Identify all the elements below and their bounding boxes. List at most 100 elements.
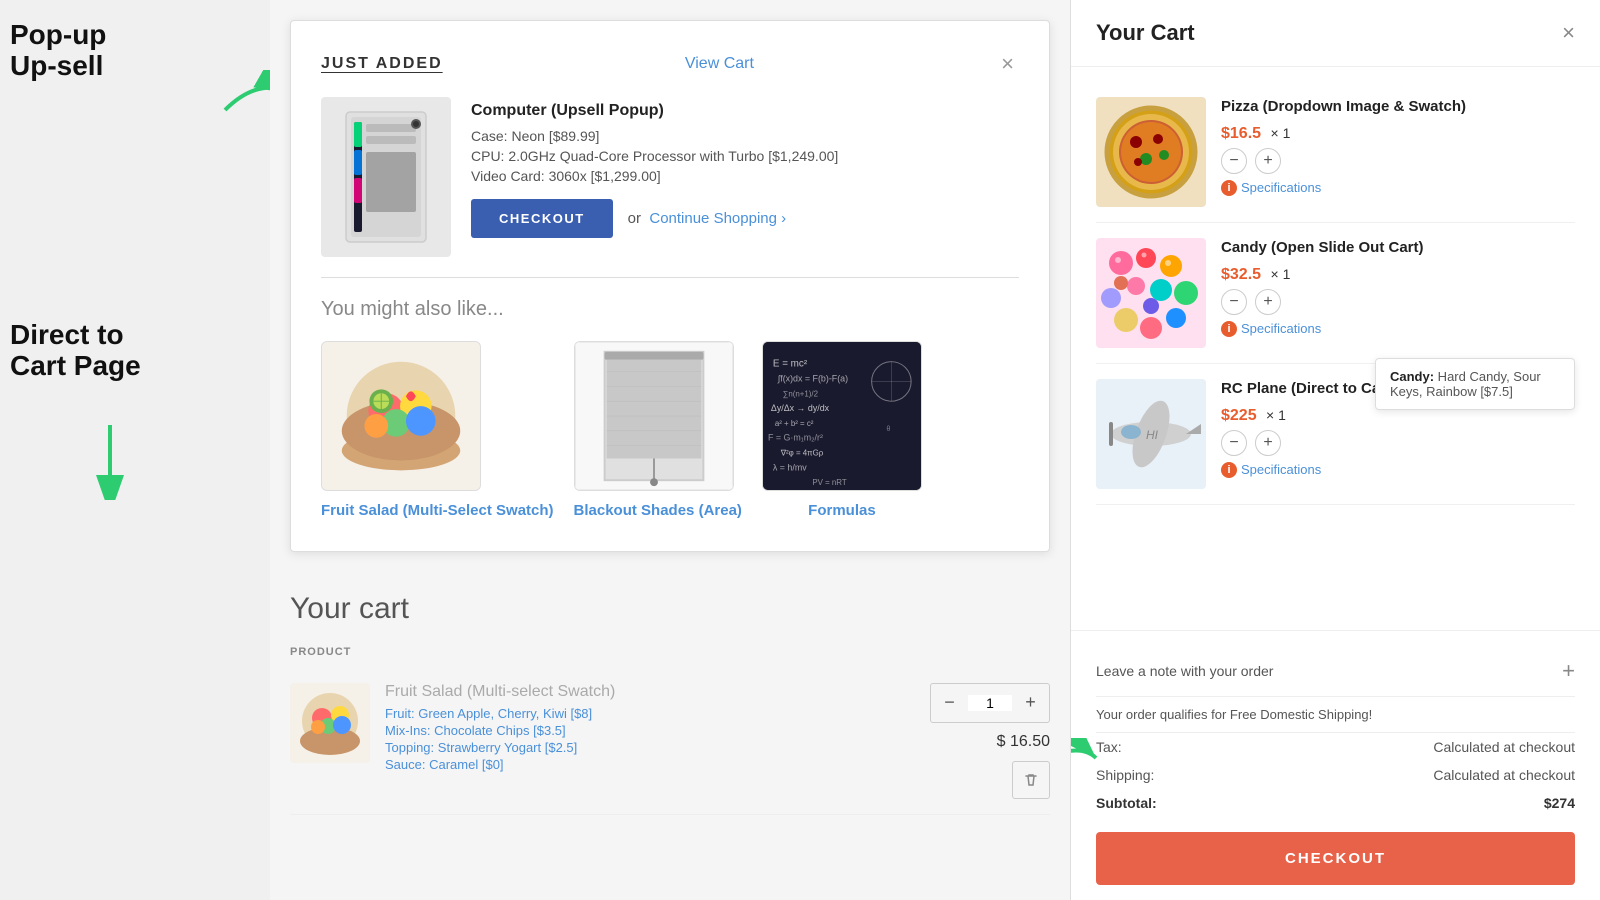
continue-shopping-link[interactable]: or Continue Shopping › [628, 210, 786, 227]
trash-icon [1023, 772, 1039, 788]
blackout-shades-icon [575, 341, 733, 491]
pizza-specifications-link[interactable]: i Specifications [1221, 180, 1575, 196]
sidebar-item-candy: Candy (Open Slide Out Cart) $32.5 × 1 − … [1096, 223, 1575, 364]
view-cart-link[interactable]: View Cart [685, 55, 754, 73]
cart-item-price: $ 16.50 [970, 733, 1050, 751]
cart-fruit-salad-icon [290, 683, 370, 763]
quantity-decrease-button[interactable]: − [931, 684, 968, 722]
pizza-spec-icon: i [1221, 180, 1237, 196]
cart-sidebar-close-button[interactable]: × [1562, 20, 1575, 46]
popup-actions: CHECKOUT or Continue Shopping › [471, 199, 1019, 238]
rc-plane-icon: HI [1096, 379, 1206, 489]
candy-qty-controls: − + [1221, 289, 1575, 315]
cart-item-controls: − + $ 16.50 [930, 683, 1050, 799]
note-text: Leave a note with your order [1096, 663, 1273, 679]
upsell-popup: JUST ADDED View Cart × [290, 20, 1050, 552]
upsell-image-fruit-salad [321, 341, 481, 491]
slide-out-arrow [1070, 738, 1101, 783]
product-image [321, 97, 451, 257]
upsell-image-formulas: E = mc² ∫f(x)dx = F(b)-F(a) ∑n(n+1)/2 Δy… [762, 341, 922, 491]
candy-qty-increase[interactable]: + [1255, 289, 1281, 315]
cart-item-row: Fruit Salad (Multi-select Swatch) Fruit:… [290, 668, 1050, 815]
rc-plane-specifications-link[interactable]: i Specifications [1221, 462, 1575, 478]
free-shipping-banner: Your order qualifies for Free Domestic S… [1096, 697, 1575, 733]
sidebar-checkout-button[interactable]: CHECKOUT [1096, 832, 1575, 885]
cart-item-topping: Topping: Strawberry Yogart [$2.5] [385, 740, 915, 755]
candy-spec-icon: i [1221, 321, 1237, 337]
popup-annotation: Pop-up Up-sell [10, 20, 106, 82]
subtotal-row: Subtotal: $274 [1096, 789, 1575, 817]
quantity-increase-button[interactable]: + [1012, 684, 1049, 722]
spec-cpu: CPU: 2.0GHz Quad-Core Processor with Tur… [471, 148, 1019, 164]
formulas-icon: E = mc² ∫f(x)dx = F(b)-F(a) ∑n(n+1)/2 Δy… [763, 341, 921, 491]
rc-plane-spec-icon: i [1221, 462, 1237, 478]
quantity-input[interactable] [968, 695, 1012, 711]
cart-sidebar-title: Your Cart [1096, 20, 1195, 46]
rc-plane-qty-decrease[interactable]: − [1221, 430, 1247, 456]
svg-text:a² + b² = c²: a² + b² = c² [775, 419, 814, 428]
upsell-products: Fruit Salad (Multi-Select Swatch) [321, 341, 1019, 521]
cart-sidebar-items: Pizza (Dropdown Image & Swatch) $16.5 × … [1071, 67, 1600, 630]
popup-checkout-button[interactable]: CHECKOUT [471, 199, 613, 238]
svg-text:Δy/Δx → dy/dx: Δy/Δx → dy/dx [771, 403, 830, 413]
pizza-icon [1096, 97, 1206, 207]
cart-page-title: Your cart [290, 592, 1050, 626]
svg-text:E = mc²: E = mc² [773, 359, 808, 370]
popup-header: JUST ADDED View Cart × [321, 51, 1019, 77]
popup-label: Pop-up Up-sell [10, 20, 106, 82]
svg-text:PV = nRT: PV = nRT [812, 478, 846, 487]
note-row[interactable]: Leave a note with your order + [1096, 646, 1575, 697]
upsell-name-blackout-shades: Blackout Shades (Area) [574, 501, 742, 521]
spec-video: Video Card: 3060x [$1,299.00] [471, 168, 1019, 184]
cart-item-image [290, 683, 370, 763]
sidebar-item-price-qty-rc-plane: $225 × 1 − + [1221, 407, 1575, 456]
subtotal-value: $274 [1544, 795, 1575, 811]
candy-icon [1096, 238, 1206, 348]
note-plus: + [1562, 658, 1575, 684]
shipping-label: Shipping: [1096, 767, 1154, 783]
candy-specifications-link[interactable]: i Specifications [1221, 321, 1575, 337]
shipping-value: Calculated at checkout [1433, 767, 1575, 783]
svg-text:θ: θ [886, 426, 890, 433]
upsell-item-blackout-shades[interactable]: Blackout Shades (Area) [574, 341, 742, 521]
pizza-qty-controls: − + [1221, 148, 1575, 174]
upsell-item-fruit-salad[interactable]: Fruit Salad (Multi-Select Swatch) [321, 341, 554, 521]
quantity-controls: − + [930, 683, 1050, 723]
slide-out-cart: Your Cart × [1070, 0, 1600, 900]
sidebar-item-image-candy [1096, 238, 1206, 348]
rc-plane-qty-controls: − + [1221, 430, 1575, 456]
upsell-name-fruit-salad: Fruit Salad (Multi-Select Swatch) [321, 501, 554, 521]
pizza-qty-decrease[interactable]: − [1221, 148, 1247, 174]
popup-divider [321, 277, 1019, 278]
svg-text:F = G·m₁m₂/r²: F = G·m₁m₂/r² [768, 433, 823, 443]
close-button[interactable]: × [996, 51, 1019, 77]
cart-item-sauce: Sauce: Caramel [$0] [385, 757, 915, 772]
cart-item-name: Fruit Salad (Multi-select Swatch) [385, 683, 915, 701]
rc-plane-qty-increase[interactable]: + [1255, 430, 1281, 456]
upsell-image-blackout-shades [574, 341, 734, 491]
upsell-item-formulas[interactable]: E = mc² ∫f(x)dx = F(b)-F(a) ∑n(n+1)/2 Δy… [762, 341, 922, 521]
cart-sidebar-footer: Leave a note with your order + Your orde… [1071, 630, 1600, 900]
pizza-qty-increase[interactable]: + [1255, 148, 1281, 174]
sidebar-item-name-pizza: Pizza (Dropdown Image & Swatch) [1221, 97, 1575, 117]
product-name: Computer (Upsell Popup) [471, 102, 1019, 120]
left-annotations: Pop-up Up-sell Direct to Cart Page [0, 0, 270, 900]
sidebar-item-info-candy: Candy (Open Slide Out Cart) $32.5 × 1 − … [1221, 238, 1575, 337]
cart-item-info: Fruit Salad (Multi-select Swatch) Fruit:… [385, 683, 915, 774]
cart-header-product: PRODUCT [290, 646, 1050, 658]
cart-page: Your cart PRODUCT Fruit Salad [270, 572, 1070, 835]
main-area: JUST ADDED View Cart × [270, 0, 1070, 900]
candy-qty-decrease[interactable]: − [1221, 289, 1247, 315]
cart-item-mixins: Mix-Ins: Chocolate Chips [$3.5] [385, 723, 915, 738]
svg-text:HI: HI [1146, 428, 1159, 442]
sidebar-item-price-qty-candy: $32.5 × 1 − + [1221, 266, 1575, 315]
tax-row: Tax: Calculated at checkout [1096, 733, 1575, 761]
delete-item-button[interactable] [1012, 761, 1050, 799]
sidebar-item-image-rc-plane: HI [1096, 379, 1206, 489]
svg-text:∫f(x)dx = F(b)-F(a): ∫f(x)dx = F(b)-F(a) [777, 373, 848, 383]
just-added-section: Computer (Upsell Popup) Case: Neon [$89.… [321, 97, 1019, 257]
sidebar-item-name-candy: Candy (Open Slide Out Cart) [1221, 238, 1575, 258]
subtotal-label: Subtotal: [1096, 795, 1157, 811]
sidebar-item-info-pizza: Pizza (Dropdown Image & Swatch) $16.5 × … [1221, 97, 1575, 196]
product-details: Computer (Upsell Popup) Case: Neon [$89.… [471, 97, 1019, 238]
